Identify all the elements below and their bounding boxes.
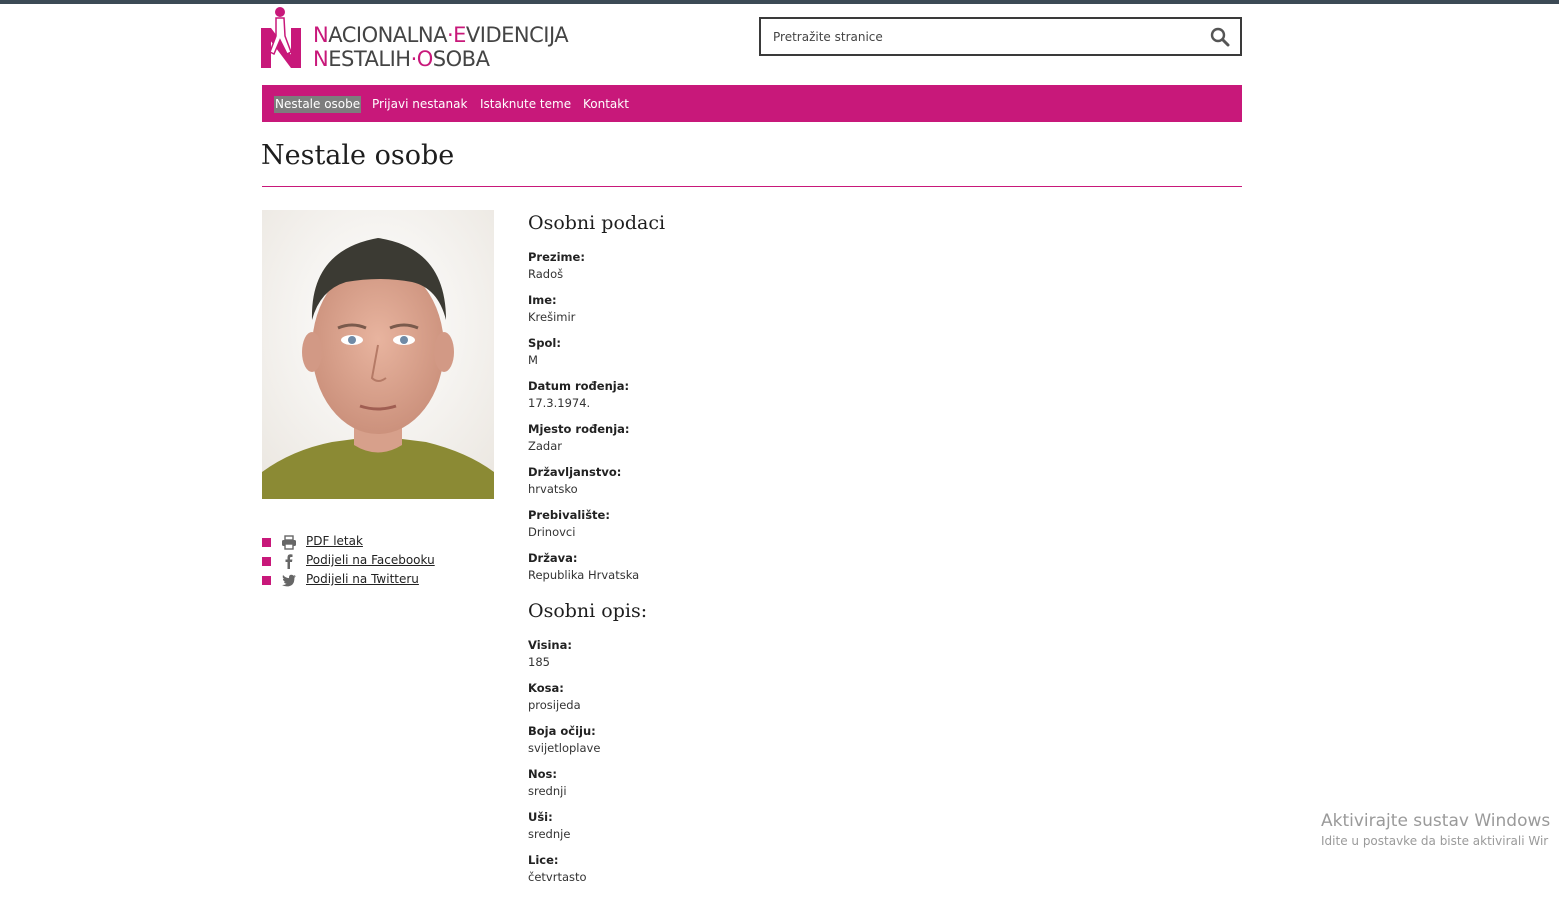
- field-value: Drinovci: [528, 525, 576, 539]
- field-value: prosijeda: [528, 698, 581, 712]
- field-usi: Uši: srednje: [528, 809, 928, 852]
- field-value: srednje: [528, 827, 571, 841]
- field-label: Visina:: [528, 638, 572, 652]
- field-value: svijetloplave: [528, 741, 601, 755]
- title-divider: [262, 186, 1242, 187]
- field-drzavljanstvo: Državljanstvo: hrvatsko: [528, 464, 928, 507]
- field-label: Mjesto rođenja:: [528, 422, 630, 436]
- nav-item-kontakt[interactable]: Kontakt: [582, 96, 630, 113]
- field-label: Datum rođenja:: [528, 379, 630, 393]
- field-spol: Spol: M: [528, 335, 928, 378]
- field-value: Zadar: [528, 439, 563, 453]
- main-navigation: Nestale osobe Prijavi nestanak Istaknute…: [262, 85, 1242, 122]
- field-value: 185: [528, 655, 550, 669]
- bullet-marker: [262, 557, 271, 566]
- share-facebook-link[interactable]: Podijeli na Facebooku: [306, 553, 435, 567]
- person-photo: [262, 210, 494, 499]
- field-value: 17.3.1974.: [528, 396, 591, 410]
- person-details: Osobni podaci Prezime: Radoš Ime: Krešimir…: [528, 212, 928, 895]
- field-label: Lice:: [528, 853, 559, 867]
- windows-activation-watermark: Aktivirajte sustav Windows Idite u posta…: [1321, 810, 1550, 850]
- bullet-marker: [262, 538, 271, 547]
- field-label: Prebivalište:: [528, 508, 610, 522]
- top-border-bar: [0, 0, 1559, 4]
- field-boja-ociju: Boja očiju: svijetloplave: [528, 723, 928, 766]
- print-icon: [282, 535, 296, 550]
- twitter-icon: [282, 574, 296, 587]
- search-box: [759, 17, 1242, 56]
- logo-line-1: NACIONALNA·EVIDENCIJA: [313, 23, 569, 47]
- field-value: M: [528, 353, 538, 367]
- share-twitter-link[interactable]: Podijeli na Twitteru: [306, 572, 419, 586]
- field-lice: Lice: četvrtasto: [528, 852, 928, 895]
- field-value: hrvatsko: [528, 482, 578, 496]
- field-label: Državljanstvo:: [528, 465, 622, 479]
- field-nos: Nos: srednji: [528, 766, 928, 809]
- field-datum-rodenja: Datum rođenja: 17.3.1974.: [528, 378, 928, 421]
- watermark-subtitle: Idite u postavke da biste aktivirali Wir: [1321, 834, 1549, 848]
- pdf-letak-link[interactable]: PDF letak: [306, 534, 363, 548]
- nav-item-nestale-osobe[interactable]: Nestale osobe: [274, 96, 362, 113]
- field-label: Spol:: [528, 336, 561, 350]
- field-ime: Ime: Krešimir: [528, 292, 928, 335]
- search-icon[interactable]: [1210, 27, 1230, 47]
- field-drzava: Država: Republika Hrvatska: [528, 550, 928, 593]
- nav-item-istaknute-teme[interactable]: Istaknute teme: [479, 96, 572, 113]
- field-visina: Visina: 185: [528, 637, 928, 680]
- field-prezime: Prezime: Radoš: [528, 249, 928, 292]
- field-kosa: Kosa: prosijeda: [528, 680, 928, 723]
- field-prebivaliste: Prebivalište: Drinovci: [528, 507, 928, 550]
- field-mjesto-rodenja: Mjesto rođenja: Zadar: [528, 421, 928, 464]
- share-item-twitter: Podijeli na Twitteru: [262, 572, 502, 591]
- share-item-facebook: Podijeli na Facebooku: [262, 553, 502, 572]
- field-label: Nos:: [528, 767, 557, 781]
- field-value: srednji: [528, 784, 567, 798]
- personal-description-heading: Osobni opis:: [528, 600, 648, 622]
- walking-person-logo-icon: [261, 7, 301, 68]
- search-input[interactable]: [773, 26, 1193, 48]
- page-title: Nestale osobe: [261, 140, 455, 171]
- watermark-title: Aktivirajte sustav Windows: [1321, 811, 1551, 831]
- field-label: Prezime:: [528, 250, 585, 264]
- nav-item-prijavi-nestanak[interactable]: Prijavi nestanak: [371, 96, 468, 113]
- facebook-icon: [285, 554, 293, 569]
- share-links: PDF letak Podijeli na Facebooku Podijeli…: [262, 534, 502, 591]
- share-item-pdf: PDF letak: [262, 534, 502, 553]
- field-label: Uši:: [528, 810, 553, 824]
- field-label: Ime:: [528, 293, 557, 307]
- field-label: Kosa:: [528, 681, 564, 695]
- field-value: četvrtasto: [528, 870, 587, 884]
- site-logo[interactable]: NACIONALNA·EVIDENCIJA NESTALIH·OSOBA: [261, 6, 569, 71]
- bullet-marker: [262, 576, 271, 585]
- logo-line-2: NESTALIH·OSOBA: [313, 47, 490, 71]
- field-label: Boja očiju:: [528, 724, 596, 738]
- field-value: Radoš: [528, 267, 564, 281]
- field-label: Država:: [528, 551, 578, 565]
- personal-data-heading: Osobni podaci: [528, 212, 666, 234]
- field-value: Krešimir: [528, 310, 576, 324]
- field-value: Republika Hrvatska: [528, 568, 640, 582]
